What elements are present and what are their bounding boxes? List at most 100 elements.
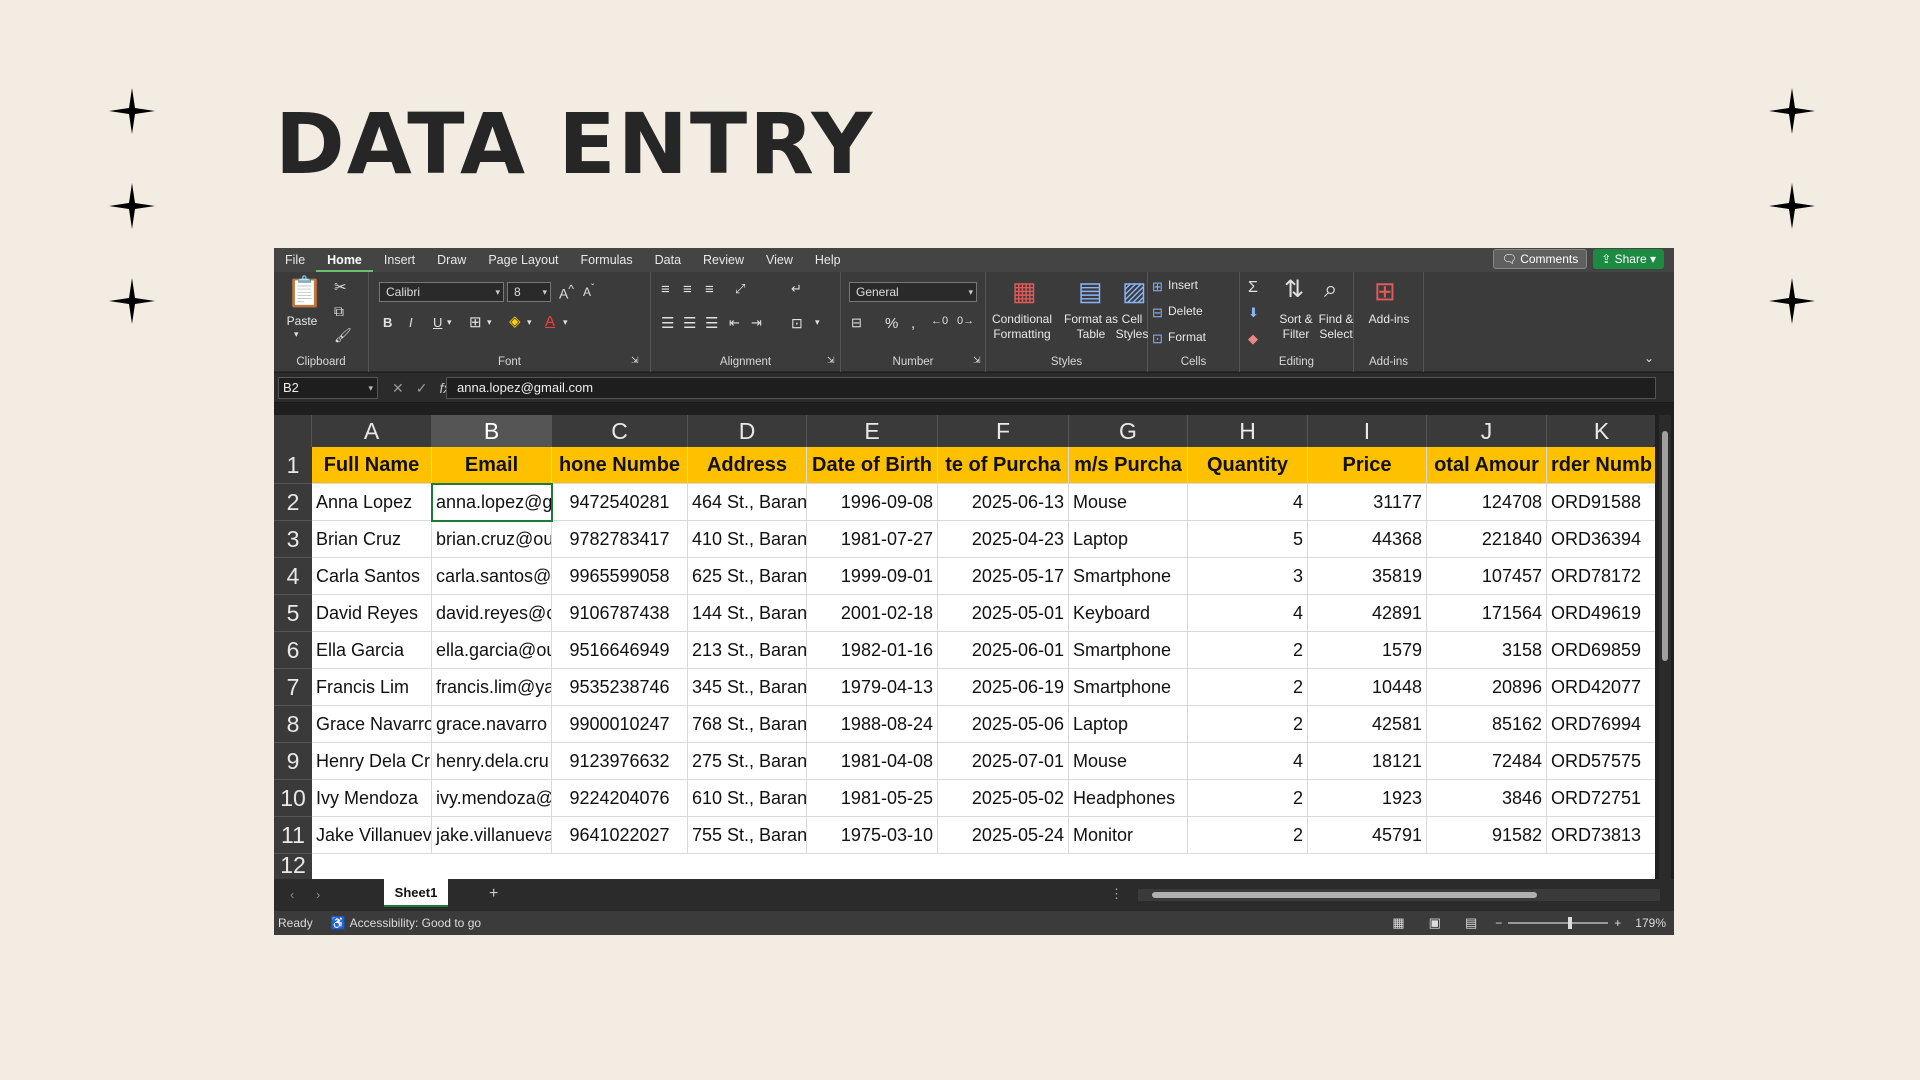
table-cell[interactable]: 10448: [1308, 669, 1427, 706]
number-format-select[interactable]: General ▾: [849, 282, 977, 302]
table-cell[interactable]: Laptop: [1069, 521, 1188, 558]
paste-icon[interactable]: 📋: [286, 278, 323, 308]
table-cell[interactable]: 610 St., Baran: [688, 780, 807, 817]
zoom-thumb[interactable]: [1568, 917, 1573, 929]
table-cell[interactable]: 18121: [1308, 743, 1427, 780]
table-cell[interactable]: 42891: [1308, 595, 1427, 632]
row-header[interactable]: 4: [274, 558, 312, 595]
table-cell[interactable]: 72484: [1427, 743, 1547, 780]
table-cell[interactable]: ORD72751: [1547, 780, 1655, 817]
table-cell[interactable]: ivy.mendoza@: [432, 780, 552, 817]
column-header-d[interactable]: D: [688, 415, 807, 447]
header-cell[interactable]: Email: [432, 447, 552, 484]
table-cell[interactable]: henry.dela.cru: [432, 743, 552, 780]
table-cell[interactable]: 1981-04-08: [807, 743, 938, 780]
column-header-a[interactable]: A: [312, 415, 432, 447]
chevron-down-icon[interactable]: ▾: [527, 318, 532, 327]
decrease-font-icon[interactable]: Aˇ: [583, 284, 594, 299]
formula-input[interactable]: anna.lopez@gmail.com: [446, 377, 1656, 399]
cell-styles-button[interactable]: Cell Styles: [1112, 312, 1152, 342]
page-layout-icon[interactable]: ▣: [1429, 915, 1441, 931]
fill-color-icon[interactable]: ◈: [509, 314, 521, 329]
align-top-icon[interactable]: ≡: [661, 282, 670, 297]
merge-center-icon[interactable]: ⊡: [791, 316, 803, 330]
row-header[interactable]: 2: [274, 484, 312, 521]
align-center-icon[interactable]: ☰: [683, 316, 696, 331]
addins-icon[interactable]: ⊞: [1374, 278, 1396, 304]
horizontal-scrollbar[interactable]: [1138, 889, 1660, 901]
table-cell[interactable]: Monitor: [1069, 817, 1188, 854]
header-cell[interactable]: hone Numbe: [552, 447, 688, 484]
table-cell[interactable]: 2: [1188, 817, 1308, 854]
bold-button[interactable]: B: [383, 316, 392, 329]
percent-icon[interactable]: %: [885, 316, 898, 331]
column-header-i[interactable]: I: [1308, 415, 1427, 447]
chevron-down-icon[interactable]: ▾: [294, 330, 299, 339]
wrap-text-icon[interactable]: ↵: [791, 282, 802, 295]
find-select-button[interactable]: Find & Select: [1316, 312, 1356, 342]
paste-button[interactable]: Paste: [284, 314, 320, 329]
page-break-icon[interactable]: ▤: [1465, 915, 1477, 931]
table-cell[interactable]: 31177: [1308, 484, 1427, 521]
table-cell[interactable]: 410 St., Baran: [688, 521, 807, 558]
table-cell[interactable]: ORD49619: [1547, 595, 1655, 632]
table-cell[interactable]: 9782783417: [552, 521, 688, 558]
font-size-select[interactable]: 8 ▾: [507, 282, 551, 302]
table-cell[interactable]: 2025-05-06: [938, 706, 1069, 743]
table-cell[interactable]: Brian Cruz: [312, 521, 432, 558]
table-cell[interactable]: 20896: [1427, 669, 1547, 706]
table-cell[interactable]: 1981-07-27: [807, 521, 938, 558]
header-cell[interactable]: rder Numb: [1547, 447, 1655, 484]
row-header[interactable]: 12: [274, 854, 312, 879]
align-bottom-icon[interactable]: ≡: [705, 282, 714, 297]
column-header-c[interactable]: C: [552, 415, 688, 447]
tab-draw[interactable]: Draw: [426, 253, 477, 267]
table-cell[interactable]: Headphones: [1069, 780, 1188, 817]
table-cell[interactable]: 1981-05-25: [807, 780, 938, 817]
scroll-thumb[interactable]: [1662, 431, 1668, 661]
search-icon[interactable]: ⌕: [1324, 278, 1337, 302]
table-cell[interactable]: 3158: [1427, 632, 1547, 669]
table-cell[interactable]: 91582: [1427, 817, 1547, 854]
format-button[interactable]: Format: [1168, 330, 1208, 345]
table-cell[interactable]: ORD73813: [1547, 817, 1655, 854]
table-cell[interactable]: 35819: [1308, 558, 1427, 595]
next-sheet-icon[interactable]: ›: [316, 888, 320, 901]
fill-icon[interactable]: ⬇: [1248, 306, 1259, 319]
table-cell[interactable]: Laptop: [1069, 706, 1188, 743]
column-header-k[interactable]: K: [1547, 415, 1655, 447]
chevron-down-icon[interactable]: ▾: [815, 318, 820, 327]
insert-button[interactable]: Insert: [1168, 278, 1208, 293]
header-cell[interactable]: Full Name: [312, 447, 432, 484]
row-header[interactable]: 11: [274, 817, 312, 854]
table-cell[interactable]: 9106787438: [552, 595, 688, 632]
table-cell[interactable]: brian.cruz@ou: [432, 521, 552, 558]
table-cell[interactable]: 2: [1188, 632, 1308, 669]
collapse-ribbon-icon[interactable]: ⌄: [1644, 352, 1654, 364]
tab-data[interactable]: Data: [644, 253, 692, 267]
table-cell[interactable]: 2025-06-13: [938, 484, 1069, 521]
table-cell[interactable]: 171564: [1427, 595, 1547, 632]
confirm-icon[interactable]: ✓: [416, 380, 428, 397]
copy-icon[interactable]: ⧉: [334, 304, 344, 318]
table-cell[interactable]: Mouse: [1069, 743, 1188, 780]
tab-formulas[interactable]: Formulas: [570, 253, 644, 267]
format-cells-icon[interactable]: ⊡: [1152, 332, 1163, 345]
table-cell[interactable]: Henry Dela Cru: [312, 743, 432, 780]
scroll-thumb[interactable]: [1152, 892, 1537, 898]
tab-help[interactable]: Help: [804, 253, 852, 267]
table-cell[interactable]: Smartphone: [1069, 632, 1188, 669]
header-cell[interactable]: Price: [1308, 447, 1427, 484]
row-header[interactable]: 8: [274, 706, 312, 743]
tab-file[interactable]: File: [274, 253, 316, 267]
row-header[interactable]: 10: [274, 780, 312, 817]
table-cell[interactable]: 4: [1188, 484, 1308, 521]
conditional-formatting-button[interactable]: Conditional Formatting: [988, 312, 1056, 342]
table-cell[interactable]: 124708: [1427, 484, 1547, 521]
zoom-slider[interactable]: [1508, 917, 1609, 929]
header-cell[interactable]: m/s Purcha: [1069, 447, 1188, 484]
format-painter-icon[interactable]: 🖌: [334, 328, 352, 342]
more-options-icon[interactable]: ⋮: [1110, 887, 1123, 900]
chevron-down-icon[interactable]: ▾: [563, 318, 568, 327]
addins-button[interactable]: Add-ins: [1354, 312, 1424, 327]
